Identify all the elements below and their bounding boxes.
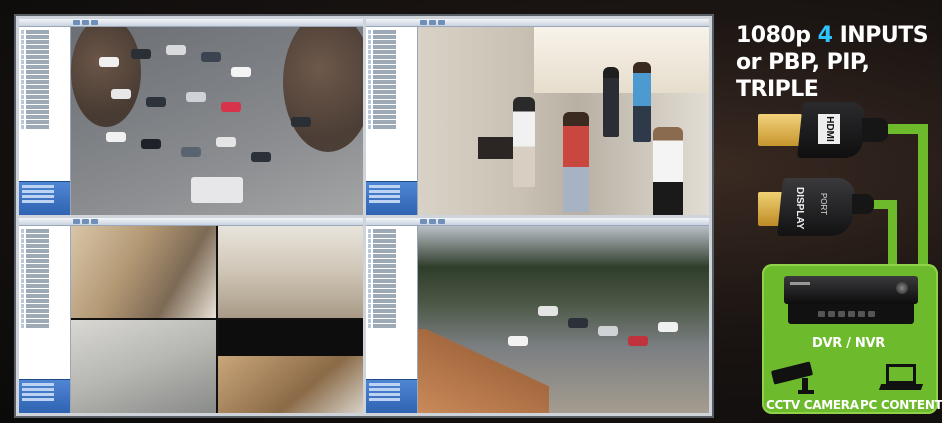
- toolbar-button[interactable]: [82, 218, 89, 224]
- camera-tree-list[interactable]: [19, 225, 70, 379]
- toolbar-button[interactable]: [437, 218, 445, 224]
- vms-window-3[interactable]: [19, 217, 363, 413]
- hdmi-cable-line: [918, 124, 928, 270]
- headline: 1080p 4 INPUTS or PBP, PIP, TRIPLE: [736, 22, 936, 103]
- toolbar-button[interactable]: [428, 20, 436, 25]
- camera-view-office-3[interactable]: [71, 320, 216, 413]
- laptop-icon: [878, 364, 924, 394]
- toolbar-button[interactable]: [91, 218, 98, 224]
- tree-footer-panel[interactable]: [19, 180, 70, 215]
- camera-view-walkway[interactable]: [417, 27, 709, 215]
- camera-label: CCTV CAMERA: [766, 398, 859, 412]
- toolbar-button[interactable]: [73, 218, 80, 224]
- toolbar-button[interactable]: [82, 20, 89, 25]
- dvr-icon: [784, 276, 918, 328]
- camera-tree-panel[interactable]: [19, 27, 71, 215]
- displayport-sublabel: PORT: [819, 192, 828, 216]
- camera-view-campus[interactable]: [417, 225, 709, 413]
- camera-view-office-2[interactable]: [217, 225, 363, 319]
- monitor-wall: [14, 14, 714, 418]
- tree-footer-panel[interactable]: [19, 379, 70, 413]
- toolbar-button[interactable]: [428, 218, 436, 224]
- device-box: DVR / NVR CCTV CAMERA PC CONTENTS: [762, 264, 942, 414]
- camera-view-office-quad[interactable]: [71, 225, 363, 413]
- toolbar-button[interactable]: [419, 20, 427, 25]
- toolbar-button[interactable]: [73, 20, 80, 25]
- tree-footer-panel[interactable]: [365, 379, 417, 413]
- cctv-camera-icon: [770, 361, 826, 394]
- device-label: DVR / NVR: [812, 336, 885, 351]
- toolbar-button[interactable]: [91, 20, 98, 25]
- toolbar[interactable]: [365, 217, 709, 226]
- pc-label: PC CONTENTS: [860, 398, 942, 412]
- promo-banner: 1080p 4 INPUTS or PBP, PIP, TRIPLE HDMI …: [0, 0, 942, 423]
- hdmi-label: HDMI: [818, 114, 840, 144]
- dp-cable-line: [888, 200, 897, 270]
- headline-text: INPUTS: [832, 23, 929, 48]
- camera-tree-list[interactable]: [19, 27, 70, 181]
- camera-view-office-1[interactable]: [71, 225, 216, 319]
- camera-tree-panel[interactable]: [365, 225, 418, 413]
- vms-window-4[interactable]: [365, 217, 709, 413]
- displayport-label: DISPLAY: [794, 187, 805, 230]
- camera-tree-panel[interactable]: [19, 225, 71, 413]
- toolbar-button[interactable]: [419, 218, 427, 224]
- tree-footer-panel[interactable]: [365, 180, 417, 215]
- headline-accent: 4: [817, 23, 833, 48]
- headline-line-2: or PBP, PIP, TRIPLE: [736, 50, 870, 102]
- camera-tree-list[interactable]: [365, 225, 417, 379]
- headline-text: 1080p: [736, 23, 818, 48]
- toolbar[interactable]: [365, 19, 709, 27]
- vms-window-2[interactable]: [365, 19, 709, 215]
- vms-window-1[interactable]: [19, 19, 363, 215]
- toolbar[interactable]: [19, 217, 363, 226]
- camera-tree-list[interactable]: [365, 27, 417, 181]
- camera-view-parking-lot[interactable]: [71, 27, 363, 215]
- headline-line-1: 1080p 4 INPUTS: [736, 22, 936, 49]
- toolbar-button[interactable]: [437, 20, 445, 25]
- promo-panel: 1080p 4 INPUTS or PBP, PIP, TRIPLE HDMI …: [722, 14, 942, 418]
- camera-view-office-4[interactable]: [217, 320, 363, 413]
- camera-tree-panel[interactable]: [365, 27, 418, 215]
- toolbar[interactable]: [19, 19, 363, 27]
